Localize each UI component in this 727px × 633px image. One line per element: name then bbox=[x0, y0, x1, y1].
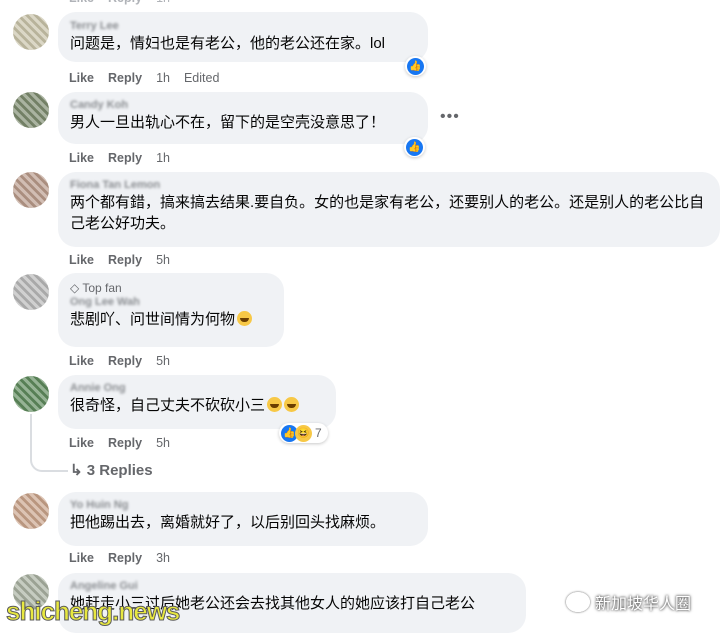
reply-button[interactable]: Reply bbox=[108, 151, 142, 165]
more-options-icon[interactable]: ••• bbox=[440, 108, 460, 126]
replies-label: 3 Replies bbox=[86, 462, 153, 479]
top-fan-label: Top fan bbox=[82, 281, 122, 295]
avatar[interactable] bbox=[13, 274, 49, 310]
comment-author[interactable]: Fiona Tan Lemon bbox=[70, 179, 708, 192]
like-button[interactable]: Like bbox=[69, 0, 94, 5]
comment-author[interactable]: Ong Lee Wah bbox=[70, 296, 272, 309]
diamond-icon: ◇ bbox=[70, 281, 80, 295]
comment-actions: Like Reply 5h bbox=[69, 435, 184, 451]
comment-actions: Like Reply 1h bbox=[69, 150, 184, 166]
timestamp[interactable]: 1h bbox=[156, 71, 170, 85]
comment-actions: Like Reply 1h bbox=[69, 0, 184, 6]
comment-text-body: 悲剧吖、问世间情为何物 bbox=[70, 311, 236, 328]
comment-text: 两个都有錯，搞来搞去结果.要自负。女的也是家有老公，还要别人的老公。还是别人的老… bbox=[70, 194, 705, 232]
like-button[interactable]: Like bbox=[69, 354, 94, 368]
top-fan-badge[interactable]: ◇ Top fan bbox=[70, 281, 272, 296]
comment-actions: Like Reply 3h bbox=[69, 550, 184, 566]
comment-actions: Like Reply 5h bbox=[69, 252, 184, 268]
comment-actions: Like Reply 5h bbox=[69, 353, 184, 369]
avatar[interactable] bbox=[13, 92, 49, 128]
avatar[interactable] bbox=[13, 14, 49, 50]
grin-emoji-icon bbox=[284, 397, 300, 412]
wechat-icon bbox=[566, 592, 590, 612]
comment-author[interactable]: Terry Lee bbox=[70, 20, 416, 33]
timestamp[interactable]: 3h bbox=[156, 551, 170, 565]
like-button[interactable]: Like bbox=[69, 71, 94, 85]
comment-actions: Like Reply 1h Edited bbox=[69, 70, 233, 86]
comment-author[interactable]: Yo Huin Ng bbox=[70, 499, 416, 512]
comment-bubble: ◇ Top fan Ong Lee Wah 悲剧吖、问世间情为何物 bbox=[58, 273, 284, 347]
timestamp[interactable]: 5h bbox=[156, 436, 170, 450]
thread-line bbox=[30, 414, 68, 472]
comment-bubble: Annie Ong 很奇怪，自己丈夫不砍砍小三 bbox=[58, 375, 336, 429]
reaction-summary[interactable]: 👍 😆 7 bbox=[279, 423, 328, 443]
like-button[interactable]: Like bbox=[69, 151, 94, 165]
avatar[interactable] bbox=[13, 172, 49, 208]
haha-icon: 😆 bbox=[295, 424, 312, 442]
reaction-summary[interactable]: 👍 bbox=[404, 137, 425, 157]
watermark-channel: 新加坡华人圈 bbox=[566, 590, 691, 614]
comment-bubble: Yo Huin Ng 把他踢出去，离婚就好了，以后别回头找麻烦。 bbox=[58, 492, 428, 546]
reply-arrow-icon: ↳ bbox=[70, 462, 83, 479]
comment-bubble: Fiona Tan Lemon 两个都有錯，搞来搞去结果.要自负。女的也是家有老… bbox=[58, 172, 720, 247]
comment-bubble: Terry Lee 问题是，情妇也是有老公，他的老公还在家。lol bbox=[58, 12, 428, 62]
reply-button[interactable]: Reply bbox=[108, 0, 142, 5]
comment-author[interactable]: Candy Koh bbox=[70, 99, 416, 112]
view-replies-button[interactable]: ↳ 3 Replies bbox=[70, 461, 153, 479]
comment-bubble: Candy Koh 男人一旦出轨心不在，留下的是空壳没意思了！ bbox=[58, 92, 428, 144]
reply-button[interactable]: Reply bbox=[108, 71, 142, 85]
reply-button[interactable]: Reply bbox=[108, 253, 142, 267]
timestamp[interactable]: 5h bbox=[156, 354, 170, 368]
thinking-emoji-icon bbox=[237, 311, 253, 326]
comment-author[interactable]: Annie Ong bbox=[70, 382, 324, 395]
comment-text: 悲剧吖、问世间情为何物 bbox=[70, 309, 272, 330]
timestamp[interactable]: 1h bbox=[156, 0, 170, 5]
like-icon: 👍 bbox=[407, 57, 424, 75]
reaction-summary[interactable]: 👍 bbox=[405, 56, 426, 76]
comment-author[interactable]: Angeline Gui bbox=[70, 580, 514, 593]
comment-text: 问题是，情妇也是有老公，他的老公还在家。lol bbox=[70, 35, 386, 52]
comment-text-body: 很奇怪，自己丈夫不砍砍小三 bbox=[70, 397, 266, 414]
like-button[interactable]: Like bbox=[69, 253, 94, 267]
reaction-count: 7 bbox=[315, 426, 322, 440]
timestamp[interactable]: 1h bbox=[156, 151, 170, 165]
like-icon: 👍 bbox=[406, 138, 423, 156]
avatar[interactable] bbox=[13, 376, 49, 412]
reply-button[interactable]: Reply bbox=[108, 551, 142, 565]
reply-button[interactable]: Reply bbox=[108, 354, 142, 368]
reply-button[interactable]: Reply bbox=[108, 436, 142, 450]
watermark-channel-label: 新加坡华人圈 bbox=[595, 596, 692, 613]
grin-emoji-icon bbox=[267, 397, 283, 412]
like-button[interactable]: Like bbox=[69, 436, 94, 450]
edited-label[interactable]: Edited bbox=[184, 71, 219, 85]
watermark-logo: shicheng.news bbox=[5, 596, 180, 627]
comment-text: 很奇怪，自己丈夫不砍砍小三 bbox=[70, 395, 324, 416]
avatar[interactable] bbox=[13, 493, 49, 529]
comment-text: 把他踢出去，离婚就好了，以后别回头找麻烦。 bbox=[70, 514, 386, 531]
timestamp[interactable]: 5h bbox=[156, 253, 170, 267]
like-button[interactable]: Like bbox=[69, 551, 94, 565]
comment-text: 男人一旦出轨心不在，留下的是空壳没意思了！ bbox=[70, 114, 386, 131]
